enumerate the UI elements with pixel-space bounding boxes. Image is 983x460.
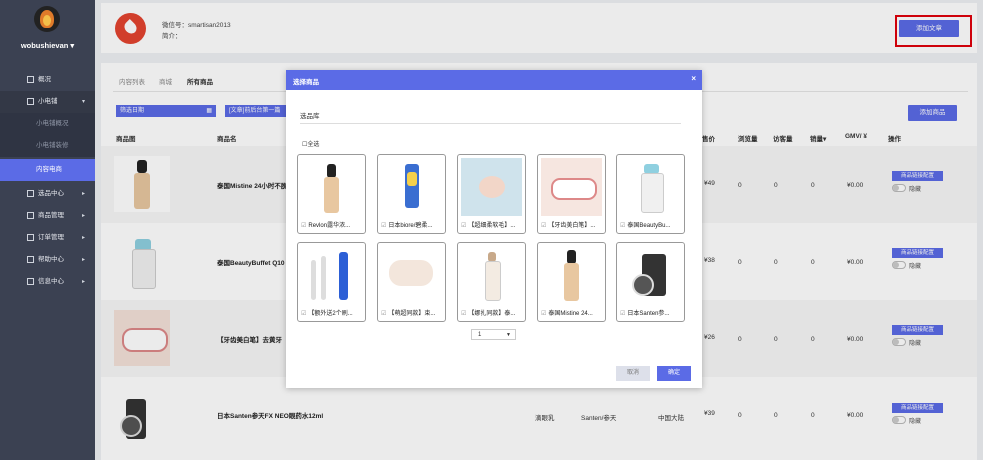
checkbox-icon[interactable]: ☑ [381,223,386,229]
list-icon [27,76,34,83]
product-card[interactable]: ☑ 【额外送2个刷... [297,242,366,322]
product-thumbnail [620,246,681,304]
product-card-label: 【超细柔软毛】... [468,223,516,229]
product-card[interactable]: ☑ 泰国Mistine 24... [537,242,606,322]
product-card-label: Revlon露华浓... [308,223,351,229]
order-icon [27,234,34,241]
checkbox-icon[interactable]: ☑ [620,311,625,317]
shop-icon [27,98,34,105]
product-card-label: 【牙齿美白笔】... [548,223,596,229]
close-icon[interactable]: × [691,74,696,83]
product-thumbnail [461,158,522,216]
user-menu[interactable]: wobushievan ▾ [0,41,95,50]
product-card[interactable]: ☑ Revlon露华浓... [297,154,366,234]
checkbox-icon[interactable]: ☑ [301,223,306,229]
product-card-label: 日本biore/碧柔... [388,223,433,229]
product-card[interactable]: ☑ 日本biore/碧柔... [377,154,446,234]
library-heading: 选品库 [300,113,320,120]
sidebar-item-messages[interactable]: 信息中心 ▸ [0,271,95,293]
select-product-modal: 选择商品 × 选品库 ☐全选 ☑ Revlon露华浓... ☑ 日本biore/碧柔… [286,70,702,388]
product-thumbnail [301,246,362,304]
checkbox-icon[interactable]: ☑ [541,223,546,229]
sidebar-item-shop[interactable]: 小电铺 ▾ [0,91,95,113]
sidebar-sub-shop-decoration[interactable]: 小电铺装修 [0,135,95,157]
product-card-label: 泰国BeautyBu... [627,223,671,229]
product-card[interactable]: ☑ 泰国BeautyBu... [616,154,685,234]
product-card[interactable]: ☑ 【超细柔软毛】... [457,154,526,234]
modal-header: 选择商品 × [286,70,702,90]
product-thumbnail [381,246,442,304]
checkbox-icon[interactable]: ☑ [461,223,466,229]
sidebar-sub-shop-overview[interactable]: 小电铺概况 [0,113,95,135]
cancel-button[interactable]: 取消 [616,366,650,381]
checkbox-icon[interactable]: ☑ [381,311,386,317]
modal-title: 选择商品 [293,79,319,86]
box-icon [27,212,34,219]
product-card[interactable]: ☑ 【萌超同款】束... [377,242,446,322]
sidebar: wobushievan ▾ 概况 小电铺 ▾ 小电铺概况 小电铺装修 内容电商 … [0,0,95,460]
product-card[interactable]: ☑ 日本Santen参... [616,242,685,322]
library-divider [300,123,681,124]
product-thumbnail [461,246,522,304]
sidebar-sub-content-commerce[interactable]: 内容电商 [0,159,95,181]
checkbox-icon[interactable]: ☑ [301,311,306,317]
brand-logo [34,6,60,32]
sidebar-item-help[interactable]: 帮助中心 ▸ [0,249,95,271]
sidebar-item-products[interactable]: 商品管理 ▸ [0,205,95,227]
help-icon [27,256,34,263]
confirm-button[interactable]: 确定 [657,366,691,381]
product-card-label: 泰国Mistine 24... [548,311,593,317]
select-all-checkbox[interactable]: ☐全选 [302,139,319,148]
product-thumbnail [541,158,602,216]
sidebar-item-overview[interactable]: 概况 [0,69,95,91]
product-card-label: 日本Santen参... [627,311,670,317]
product-thumbnail [620,158,681,216]
grid-icon [27,190,34,197]
product-card-label: 【娜扎同款】泰... [468,311,516,317]
checkbox-icon[interactable]: ☑ [541,311,546,317]
product-thumbnail [541,246,602,304]
product-card-label: 【额外送2个刷... [308,311,353,317]
product-thumbnail [381,158,442,216]
chevron-down-icon: ▼ [506,332,511,338]
product-card[interactable]: ☑ 【牙齿美白笔】... [537,154,606,234]
product-card-label: 【萌超同款】束... [388,311,436,317]
product-card[interactable]: ☑ 【娜扎同款】泰... [457,242,526,322]
sidebar-item-selection[interactable]: 选品中心 ▸ [0,183,95,205]
checkbox-icon[interactable]: ☑ [461,311,466,317]
page-select[interactable]: 1 ▼ [471,329,516,340]
product-thumbnail [301,158,362,216]
sidebar-item-orders[interactable]: 订单管理 ▸ [0,227,95,249]
message-icon [27,278,34,285]
checkbox-icon[interactable]: ☑ [620,223,625,229]
